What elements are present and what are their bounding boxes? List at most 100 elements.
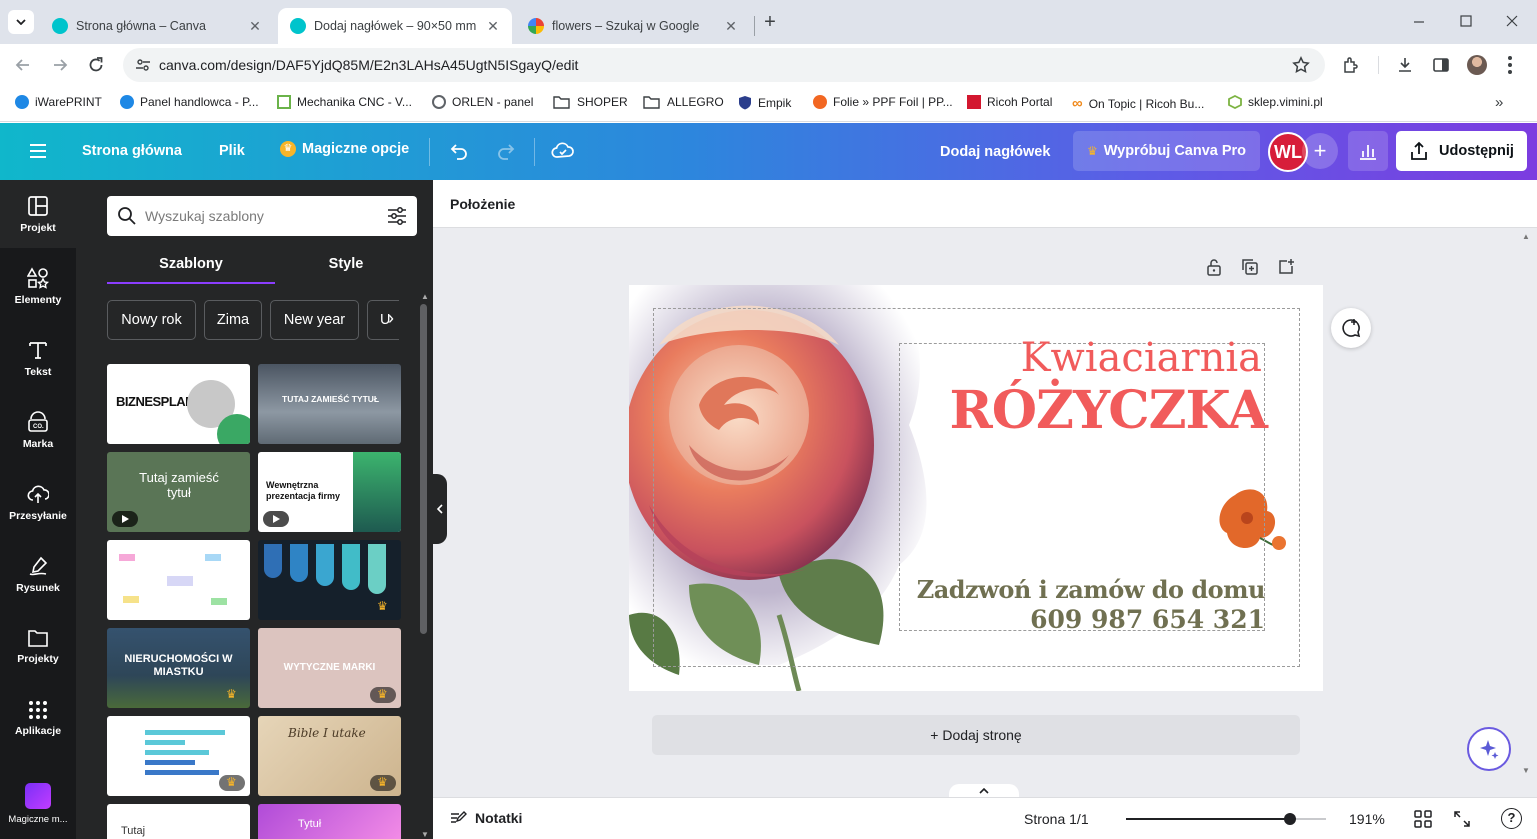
bookmark-orlen[interactable]: ORLEN - panel bbox=[432, 95, 533, 109]
rail-item-elementy[interactable]: Elementy bbox=[0, 252, 76, 320]
bookmark-panel-handlowca[interactable]: Panel handlowca - P... bbox=[120, 95, 259, 109]
duplicate-page-icon[interactable] bbox=[1241, 258, 1259, 276]
bookmark-folder-shoper[interactable]: SHOPER bbox=[553, 95, 628, 109]
omnibox[interactable]: canva.com/design/DAF5YjdQ85M/E2n3LAHsA45… bbox=[123, 48, 1325, 82]
chip-zima[interactable]: Zima bbox=[204, 300, 262, 340]
panel-scrollbar[interactable]: ▲ ▼ bbox=[418, 292, 429, 839]
bookmark-mechanika-cnc[interactable]: Mechanika CNC - V... bbox=[277, 95, 412, 109]
template-thumb-mindmap[interactable] bbox=[107, 540, 250, 620]
add-page-button[interactable]: + Dodaj stronę bbox=[652, 715, 1300, 755]
template-thumb-partial-2[interactable]: Tytuł bbox=[258, 804, 401, 839]
design-page[interactable]: Kwiaciarnia RÓŻYCZKA Zadzwoń i zamów do … bbox=[629, 285, 1323, 691]
insights-button[interactable] bbox=[1348, 131, 1388, 171]
zoom-level[interactable]: 191% bbox=[1349, 811, 1385, 827]
show-pages-tab[interactable] bbox=[949, 784, 1019, 798]
rail-item-tekst[interactable]: Tekst bbox=[0, 324, 76, 392]
template-thumb-mountains[interactable]: TUTAJ ZAMIEŚĆ TYTUŁ bbox=[258, 364, 401, 444]
rail-item-aplikacje[interactable]: Aplikacje bbox=[0, 684, 76, 752]
forward-button[interactable] bbox=[51, 56, 69, 74]
download-icon[interactable] bbox=[1396, 56, 1414, 74]
extensions-icon[interactable] bbox=[1342, 56, 1360, 74]
scroll-down-icon[interactable]: ▼ bbox=[421, 830, 429, 839]
template-thumb-brand-guide[interactable]: WYTYCZNE MARKI bbox=[258, 628, 401, 708]
file-menu[interactable]: Plik bbox=[219, 143, 245, 159]
new-tab-button[interactable]: + bbox=[760, 12, 780, 32]
minimize-button[interactable] bbox=[1412, 14, 1426, 28]
close-icon[interactable]: ✕ bbox=[722, 18, 740, 35]
cloud-saved-icon[interactable] bbox=[551, 140, 575, 162]
bookmark-ricoh-portal[interactable]: Ricoh Portal bbox=[967, 95, 1052, 109]
rail-item-projekty[interactable]: Projekty bbox=[0, 612, 76, 680]
rail-item-rysunek[interactable]: Rysunek bbox=[0, 540, 76, 608]
template-thumb-bible[interactable]: Bible I utake bbox=[258, 716, 401, 796]
home-menu[interactable]: Strona główna bbox=[82, 143, 182, 159]
hamburger-menu-icon[interactable] bbox=[30, 144, 46, 158]
undo-button[interactable] bbox=[449, 141, 469, 161]
rail-item-marka[interactable]: CO. Marka bbox=[0, 396, 76, 464]
site-info-icon[interactable] bbox=[135, 57, 151, 73]
rail-item-przesylanie[interactable]: Przesyłanie bbox=[0, 468, 76, 536]
tab-templates[interactable]: Szablony bbox=[107, 244, 275, 284]
panel-scroll-thumb[interactable] bbox=[420, 304, 427, 634]
grid-view-icon[interactable] bbox=[1414, 810, 1432, 828]
bookmark-vimini[interactable]: sklep.vimini.pl bbox=[1228, 95, 1323, 109]
star-icon[interactable] bbox=[1292, 56, 1310, 74]
notes-button[interactable]: Notatki bbox=[449, 810, 522, 826]
browser-tab-canva-home[interactable]: Strona główna – Canva ✕ bbox=[40, 8, 274, 44]
magic-options-menu[interactable]: ♛ Magiczne opcje bbox=[280, 141, 409, 157]
bookmark-folder-allegro[interactable]: ALLEGRO bbox=[643, 95, 724, 109]
zoom-slider-handle[interactable] bbox=[1284, 813, 1296, 825]
scroll-up-icon[interactable]: ▲ bbox=[1522, 232, 1530, 241]
share-button[interactable]: Udostępnij bbox=[1396, 131, 1527, 171]
template-thumb-company[interactable]: Wewnętrzna prezentacja firmy bbox=[258, 452, 401, 532]
bookmarks-overflow-icon[interactable]: » bbox=[1495, 94, 1503, 111]
help-icon[interactable]: ? bbox=[1501, 808, 1522, 829]
template-thumb-green-title[interactable]: Tutaj zamieść tytuł bbox=[107, 452, 250, 532]
page-counter[interactable]: Strona 1/1 bbox=[1024, 811, 1089, 827]
collapse-panel-handle[interactable] bbox=[433, 474, 447, 544]
template-thumb-partial-1[interactable]: Tutaj bbox=[107, 804, 250, 839]
tab-search-button[interactable] bbox=[8, 10, 34, 34]
close-icon[interactable]: ✕ bbox=[246, 18, 264, 35]
rail-item-magiczne-media[interactable]: Magiczne m... bbox=[0, 770, 76, 838]
card-title-line2[interactable]: RÓŻYCZKA bbox=[950, 380, 1268, 441]
chip-new-year[interactable]: New year bbox=[270, 300, 359, 340]
chip-nowy-rok[interactable]: Nowy rok bbox=[107, 300, 196, 340]
magic-assistant-button[interactable] bbox=[1467, 727, 1511, 771]
bookmark-folie-ppf[interactable]: Folie » PPF Foil | PP... bbox=[813, 95, 953, 109]
card-call-text[interactable]: Zadzwoń i zamów do domu bbox=[917, 575, 1266, 604]
add-collaborator-button[interactable]: + bbox=[1302, 133, 1338, 169]
bookmark-iwareprint[interactable]: iWarePRINT bbox=[15, 95, 102, 109]
filter-icon[interactable] bbox=[387, 207, 407, 225]
bookmark-empik[interactable]: Empik bbox=[738, 95, 791, 110]
add-comment-button[interactable] bbox=[1331, 308, 1371, 348]
template-thumb-steps[interactable] bbox=[258, 540, 401, 620]
scroll-down-icon[interactable]: ▼ bbox=[1522, 766, 1530, 775]
template-thumb-biznesplan[interactable]: BIZNESPLAN bbox=[107, 364, 250, 444]
chip-truncated[interactable]: U bbox=[367, 300, 399, 340]
rail-item-projekt[interactable]: Projekt bbox=[0, 180, 76, 248]
maximize-button[interactable] bbox=[1459, 14, 1473, 28]
back-button[interactable] bbox=[14, 56, 32, 74]
search-input[interactable] bbox=[145, 208, 375, 224]
position-button[interactable]: Położenie bbox=[450, 196, 515, 212]
add-page-icon[interactable] bbox=[1277, 258, 1295, 276]
browser-tab-google[interactable]: flowers – Szukaj w Google ✕ bbox=[516, 8, 750, 44]
side-panel-icon[interactable] bbox=[1432, 56, 1450, 74]
lock-page-icon[interactable] bbox=[1206, 258, 1222, 276]
close-icon[interactable]: ✕ bbox=[484, 18, 502, 35]
template-thumb-bar-report[interactable] bbox=[107, 716, 250, 796]
close-window-button[interactable] bbox=[1505, 14, 1519, 28]
tab-styles[interactable]: Style bbox=[262, 244, 430, 284]
scroll-up-icon[interactable]: ▲ bbox=[421, 292, 429, 301]
template-thumb-real-estate[interactable]: NIERUCHOMOŚCI W MIASTKU bbox=[107, 628, 250, 708]
zoom-slider[interactable] bbox=[1126, 812, 1326, 826]
redo-button[interactable] bbox=[496, 141, 516, 161]
card-phone-number[interactable]: 609 987 654 321 bbox=[1030, 605, 1265, 634]
card-title-line1[interactable]: Kwiaciarnia bbox=[1021, 335, 1262, 381]
browser-menu-icon[interactable] bbox=[1508, 56, 1512, 74]
chips-scroll-right-icon[interactable]: › bbox=[388, 308, 394, 329]
bookmark-on-topic[interactable]: ∞ On Topic | Ricoh Bu... bbox=[1072, 95, 1204, 112]
doc-title[interactable]: Dodaj nagłówek bbox=[940, 144, 1050, 160]
reload-button[interactable] bbox=[87, 56, 105, 74]
